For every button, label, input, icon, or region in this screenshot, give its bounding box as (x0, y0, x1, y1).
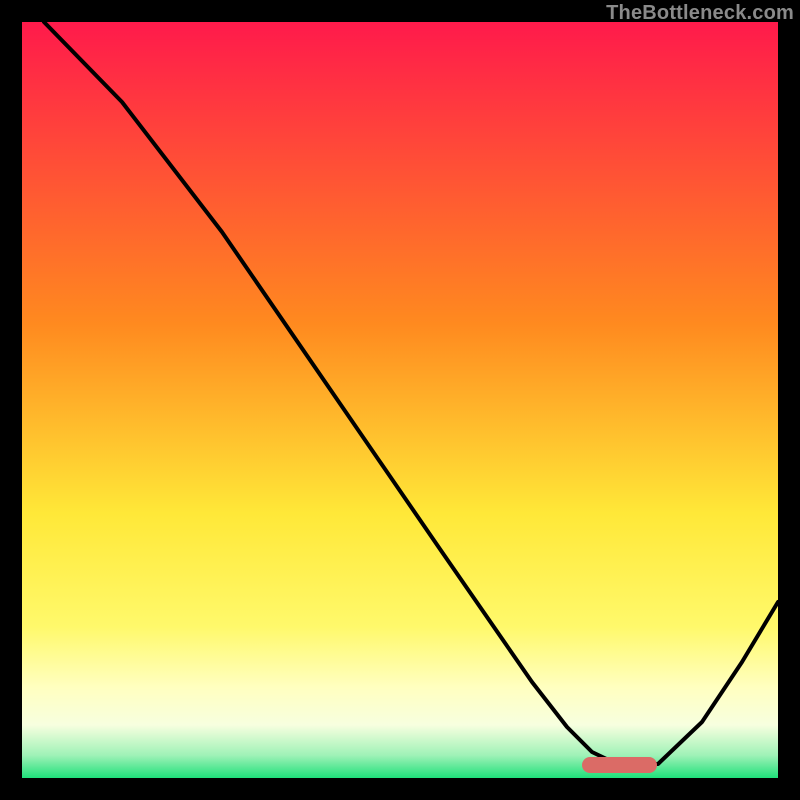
watermark-text: TheBottleneck.com (606, 2, 794, 25)
optimal-marker (582, 757, 657, 773)
gradient-background (22, 22, 778, 778)
bottleneck-chart (22, 22, 778, 778)
chart-frame (22, 22, 778, 778)
